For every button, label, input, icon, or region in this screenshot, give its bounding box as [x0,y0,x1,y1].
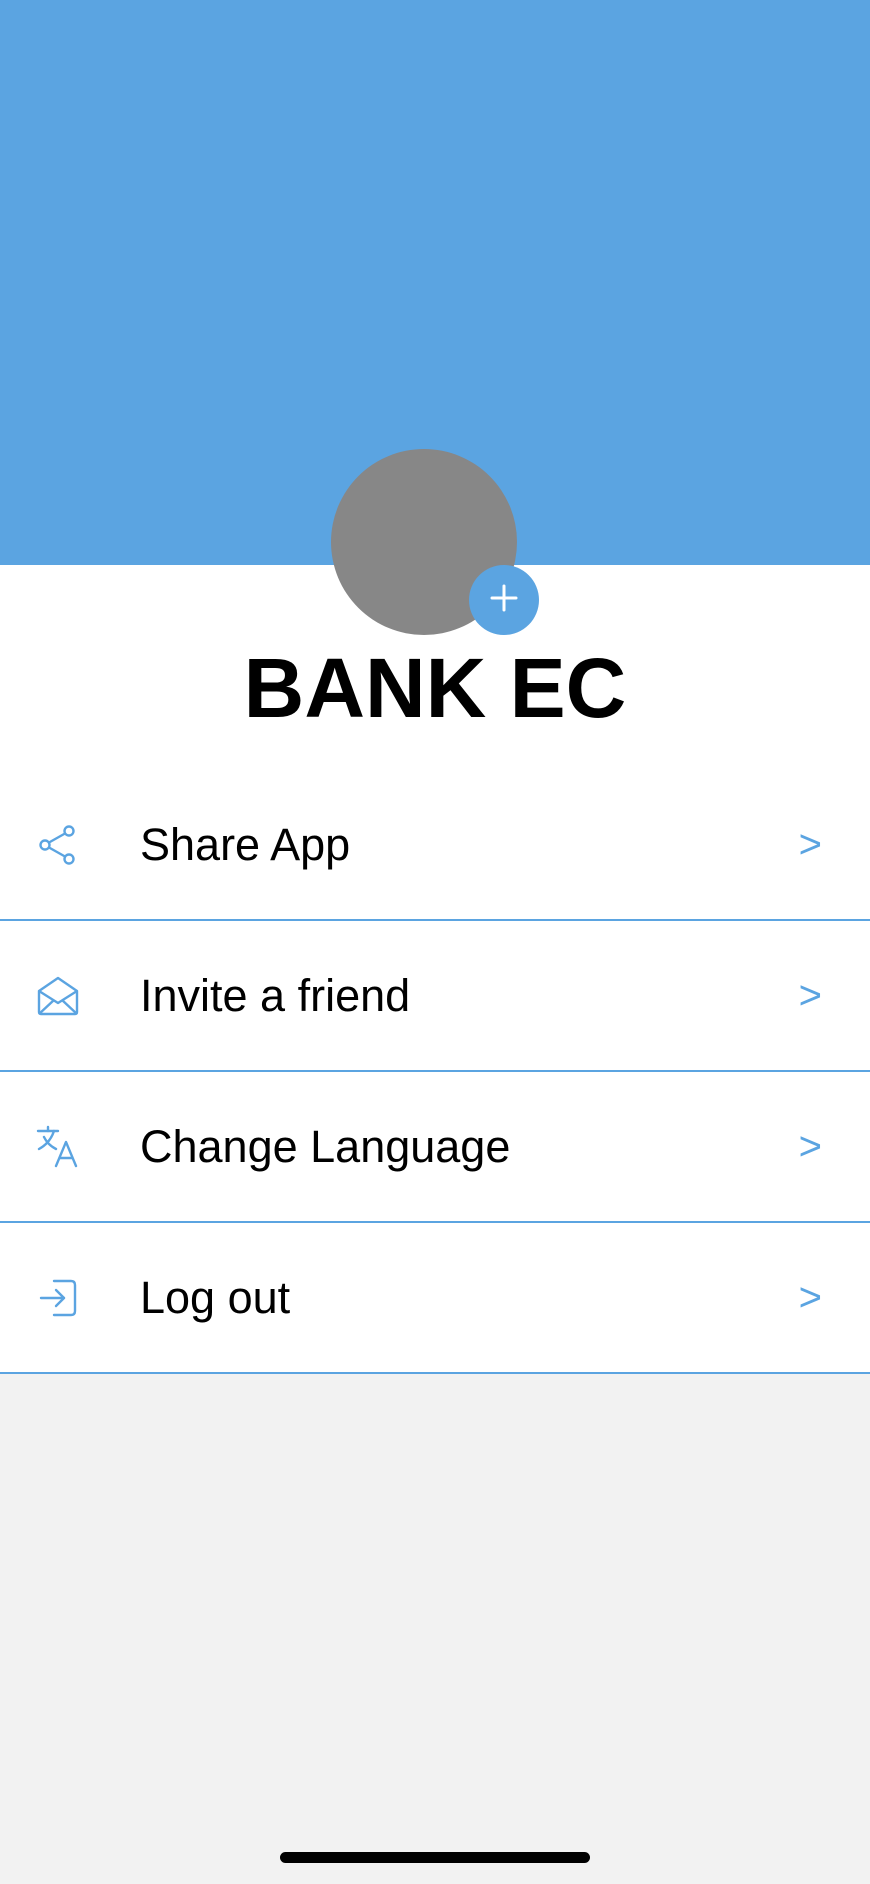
envelope-icon [36,974,80,1018]
home-indicator[interactable] [280,1852,590,1863]
menu-item-invite-friend[interactable]: Invite a friend > [0,921,870,1072]
plus-icon [489,583,519,618]
logout-icon [36,1276,80,1320]
menu-item-label: Log out [140,1271,291,1323]
chevron-right-icon: > [798,822,822,866]
menu-item-label: Share App [140,818,351,870]
translate-icon [36,1125,80,1169]
add-photo-button[interactable] [469,565,539,635]
chevron-right-icon: > [798,1124,822,1168]
menu-item-log-out[interactable]: Log out > [0,1223,870,1374]
menu-item-label: Change Language [140,1120,511,1172]
menu-item-change-language[interactable]: Change Language > [0,1072,870,1223]
share-icon [36,823,80,867]
menu-list: Share App > Invite a friend > Change Lan… [0,770,870,1374]
chevron-right-icon: > [798,973,822,1017]
profile-name: BANK EC [243,641,627,735]
chevron-right-icon: > [798,1275,822,1319]
menu-item-share-app[interactable]: Share App > [0,770,870,921]
menu-item-label: Invite a friend [140,969,411,1021]
